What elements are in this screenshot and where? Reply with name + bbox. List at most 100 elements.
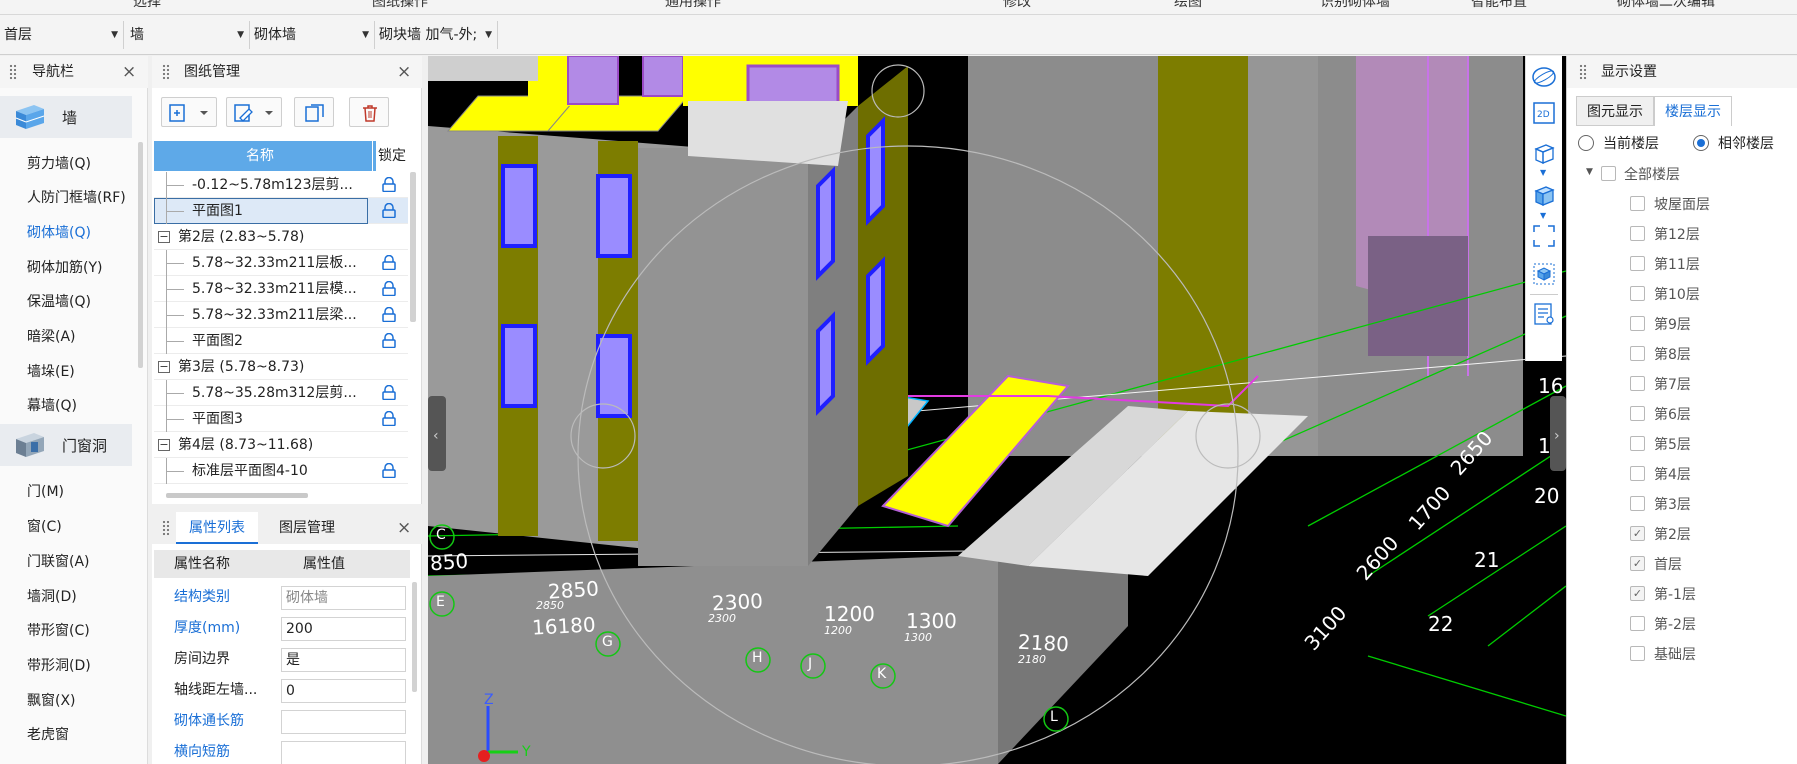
radio-current-floor[interactable] (1578, 135, 1594, 151)
chevron-down-icon[interactable]: ▼ (1540, 168, 1546, 177)
delete-drawing-button[interactable] (349, 97, 389, 127)
collapse-icon[interactable]: − (158, 231, 170, 243)
nav-item-masonry-rebar[interactable]: 砌体加筋(Y) (27, 257, 102, 277)
drawing-row[interactable]: -0.12~5.78m123层剪... (154, 172, 408, 198)
nav-item-strip-opening[interactable]: 带形洞(D) (27, 655, 91, 675)
props-scrollbar[interactable] (412, 582, 417, 692)
nav-item-hidden-beam[interactable]: 暗梁(A) (27, 326, 76, 346)
lock-icon[interactable] (381, 333, 397, 348)
tab-property-list[interactable]: 属性列表 (176, 512, 258, 544)
menu-identify-wall[interactable]: 识别砌体墙 (1320, 0, 1390, 11)
properties-icon[interactable] (1532, 302, 1556, 326)
chevron-down-icon[interactable]: ▼ (1540, 211, 1546, 220)
menu-wall-edit[interactable]: 砌体墙二次编辑 (1617, 0, 1715, 11)
lock-icon[interactable] (381, 255, 397, 270)
close-icon[interactable]: × (397, 512, 411, 544)
floor-checkbox[interactable] (1630, 316, 1645, 331)
lock-icon[interactable] (381, 411, 397, 426)
nav-category-wall[interactable]: 墙 (0, 96, 132, 138)
nav-item-door[interactable]: 门(M) (27, 481, 64, 501)
property-value-field[interactable]: 200 (281, 617, 406, 641)
tab-element-display[interactable]: 图元显示 (1576, 96, 1654, 126)
nav-item-masonry-wall[interactable]: 砌体墙(Q) (27, 222, 91, 242)
floor-checkbox[interactable] (1630, 436, 1645, 451)
nav-item-curtain-wall[interactable]: 幕墙(Q) (27, 395, 77, 415)
floor-checkbox[interactable] (1630, 496, 1645, 511)
nav-item-shear-wall[interactable]: 剪力墙(Q) (27, 153, 91, 173)
copy-drawing-button[interactable] (294, 97, 334, 127)
menu-modify[interactable]: 修改 (1003, 0, 1031, 11)
nav-item-dormer[interactable]: 老虎窗 (27, 724, 69, 744)
drag-handle-icon[interactable] (162, 520, 170, 536)
close-icon[interactable]: × (397, 56, 411, 88)
property-value-field[interactable] (281, 710, 406, 734)
drawing-row[interactable]: 标准层平面图4-10 (154, 458, 408, 484)
drag-handle-icon[interactable] (9, 64, 17, 80)
category-select[interactable]: 墙 ▼ (126, 22, 248, 48)
menu-general-ops[interactable]: 通用操作 (665, 0, 721, 11)
drawing-row[interactable]: 5.78~32.33m211层模... (154, 276, 408, 302)
nav-item-window[interactable]: 窗(C) (27, 516, 62, 536)
edit-drawing-button[interactable] (226, 97, 282, 127)
nav-item-door-window[interactable]: 门联窗(A) (27, 551, 90, 571)
nav-item-bay-window[interactable]: 飘窗(X) (27, 690, 76, 710)
lock-icon[interactable] (381, 463, 397, 478)
nav-category-door-window[interactable]: 门窗洞 (0, 424, 132, 466)
property-value-field[interactable]: 砌体墙 (281, 586, 406, 610)
drawings-hscrollbar[interactable] (166, 493, 308, 498)
fullscreen-icon[interactable] (1532, 224, 1556, 248)
drawing-row[interactable]: 5.78~32.33m211层板... (154, 250, 408, 276)
drawing-group-row[interactable]: − 第4层 (8.73~11.68) (154, 432, 408, 458)
cube-icon[interactable] (1532, 142, 1556, 166)
drawing-row[interactable]: 平面图2 (154, 328, 408, 354)
close-icon[interactable]: × (122, 56, 136, 88)
property-value-field[interactable] (281, 741, 406, 764)
lock-icon[interactable] (381, 385, 397, 400)
checkbox-all-floors[interactable] (1601, 166, 1616, 181)
3d-viewport[interactable]: ‹ › 850 2850 2850 16180 2300 2300 1200 1… (428, 56, 1566, 764)
floor-select[interactable]: 首层 ▼ (0, 22, 122, 48)
lock-icon[interactable] (381, 203, 397, 218)
floor-checkbox[interactable] (1630, 286, 1645, 301)
floor-checkbox[interactable] (1630, 376, 1645, 391)
drawing-group-row[interactable]: − 第2层 (2.83~5.78) (154, 224, 408, 250)
floor-checkbox[interactable] (1630, 616, 1645, 631)
floor-checkbox[interactable]: ✓ (1630, 526, 1645, 541)
nav-item-civil-defense-wall[interactable]: 人防门框墙(RF) (27, 187, 126, 207)
menu-draw[interactable]: 绘图 (1174, 0, 1202, 11)
drag-handle-icon[interactable] (162, 64, 170, 80)
drawing-row[interactable]: 平面图3 (154, 406, 408, 432)
menu-drawing-ops[interactable]: 图纸操作 (372, 0, 428, 11)
drawing-row[interactable]: 5.78~35.28m312层剪... (154, 380, 408, 406)
caret-down-icon[interactable]: ▼ (1586, 167, 1593, 177)
floor-checkbox[interactable]: ✓ (1630, 556, 1645, 571)
menu-select[interactable]: 选择 (133, 0, 161, 11)
nav-item-insulation-wall[interactable]: 保温墙(Q) (27, 291, 91, 311)
nav-scrollbar[interactable] (138, 142, 143, 368)
menu-smart-layout[interactable]: 智能布置 (1471, 0, 1527, 11)
floor-checkbox[interactable] (1630, 406, 1645, 421)
drawing-row[interactable]: 5.78~32.33m211层梁... (154, 302, 408, 328)
radio-adjacent-floor[interactable] (1693, 135, 1709, 151)
floor-checkbox[interactable] (1630, 196, 1645, 211)
floor-checkbox[interactable] (1630, 256, 1645, 271)
drawing-row[interactable]: 平面图1 (154, 198, 408, 224)
drawings-scrollbar[interactable] (410, 172, 416, 322)
floor-checkbox[interactable] (1630, 646, 1645, 661)
type-select[interactable]: 砌体墙 ▼ (250, 22, 373, 48)
property-value-field[interactable]: 0 (281, 679, 406, 703)
floor-checkbox[interactable] (1630, 466, 1645, 481)
floor-checkbox[interactable] (1630, 226, 1645, 241)
floor-checkbox[interactable] (1630, 346, 1645, 361)
subtype-select[interactable]: 砌块墙 加气-外; ▼ (375, 22, 496, 48)
drawing-group-row[interactable]: − 第3层 (5.78~8.73) (154, 354, 408, 380)
lock-icon[interactable] (381, 281, 397, 296)
tab-floor-display[interactable]: 楼层显示 (1654, 96, 1732, 126)
cube-solid-icon[interactable] (1532, 184, 1556, 208)
collapse-icon[interactable]: − (158, 439, 170, 451)
tab-layer-management[interactable]: 图层管理 (262, 512, 352, 544)
nav-item-wall-pier[interactable]: 墙垛(E) (27, 361, 75, 381)
collapse-icon[interactable]: − (158, 361, 170, 373)
property-value-field[interactable]: 是 (281, 648, 406, 672)
lock-icon[interactable] (381, 307, 397, 322)
